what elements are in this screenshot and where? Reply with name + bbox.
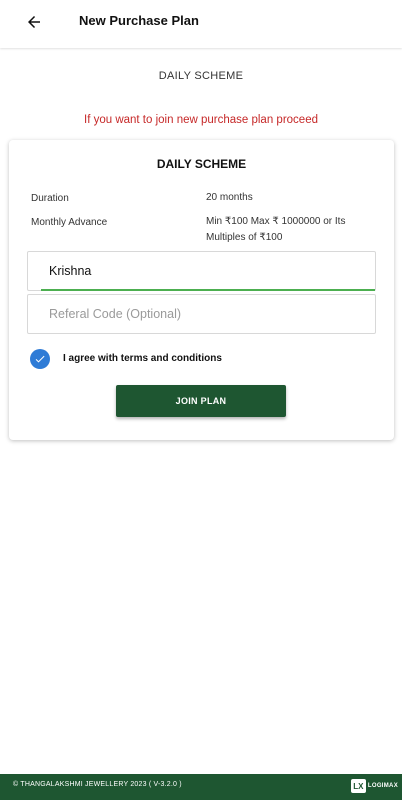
duration-label: Duration [31, 193, 69, 204]
referral-code-field[interactable] [27, 294, 376, 334]
name-field[interactable] [27, 251, 376, 291]
terms-label[interactable]: I agree with terms and conditions [63, 353, 222, 364]
logo-text: LOGIMAX [367, 783, 398, 789]
check-icon [35, 355, 45, 363]
card-title: DAILY SCHEME [156, 157, 247, 171]
back-button[interactable] [22, 10, 46, 34]
app-bar: New Purchase Plan [0, 0, 402, 48]
scheme-heading: DAILY SCHEME [158, 70, 244, 82]
logimax-logo: LX LOGIMAX [350, 779, 398, 793]
monthly-advance-value: Min ₹100 Max ₹ 1000000 or Its Multiples … [206, 216, 346, 243]
scheme-card: DAILY SCHEME Duration 20 months Monthly … [9, 140, 394, 440]
referral-code-input[interactable] [28, 295, 375, 333]
join-plan-button[interactable]: JOIN PLAN [116, 385, 286, 417]
arrow-left-icon [28, 16, 40, 28]
page-title: New Purchase Plan [79, 13, 199, 28]
name-input[interactable] [28, 252, 375, 290]
duration-value: 20 months [206, 192, 253, 203]
footer: © THANGALAKSHMI JEWELLERY 2023 ( V-3.2.0… [0, 774, 402, 800]
notice-text: If you want to join new purchase plan pr… [84, 114, 318, 126]
monthly-advance-label: Monthly Advance [31, 217, 108, 228]
copyright-text: © THANGALAKSHMI JEWELLERY 2023 ( V-3.2.0… [13, 781, 182, 788]
terms-checkbox[interactable] [30, 349, 50, 369]
logo-mark-icon: LX [350, 779, 366, 793]
